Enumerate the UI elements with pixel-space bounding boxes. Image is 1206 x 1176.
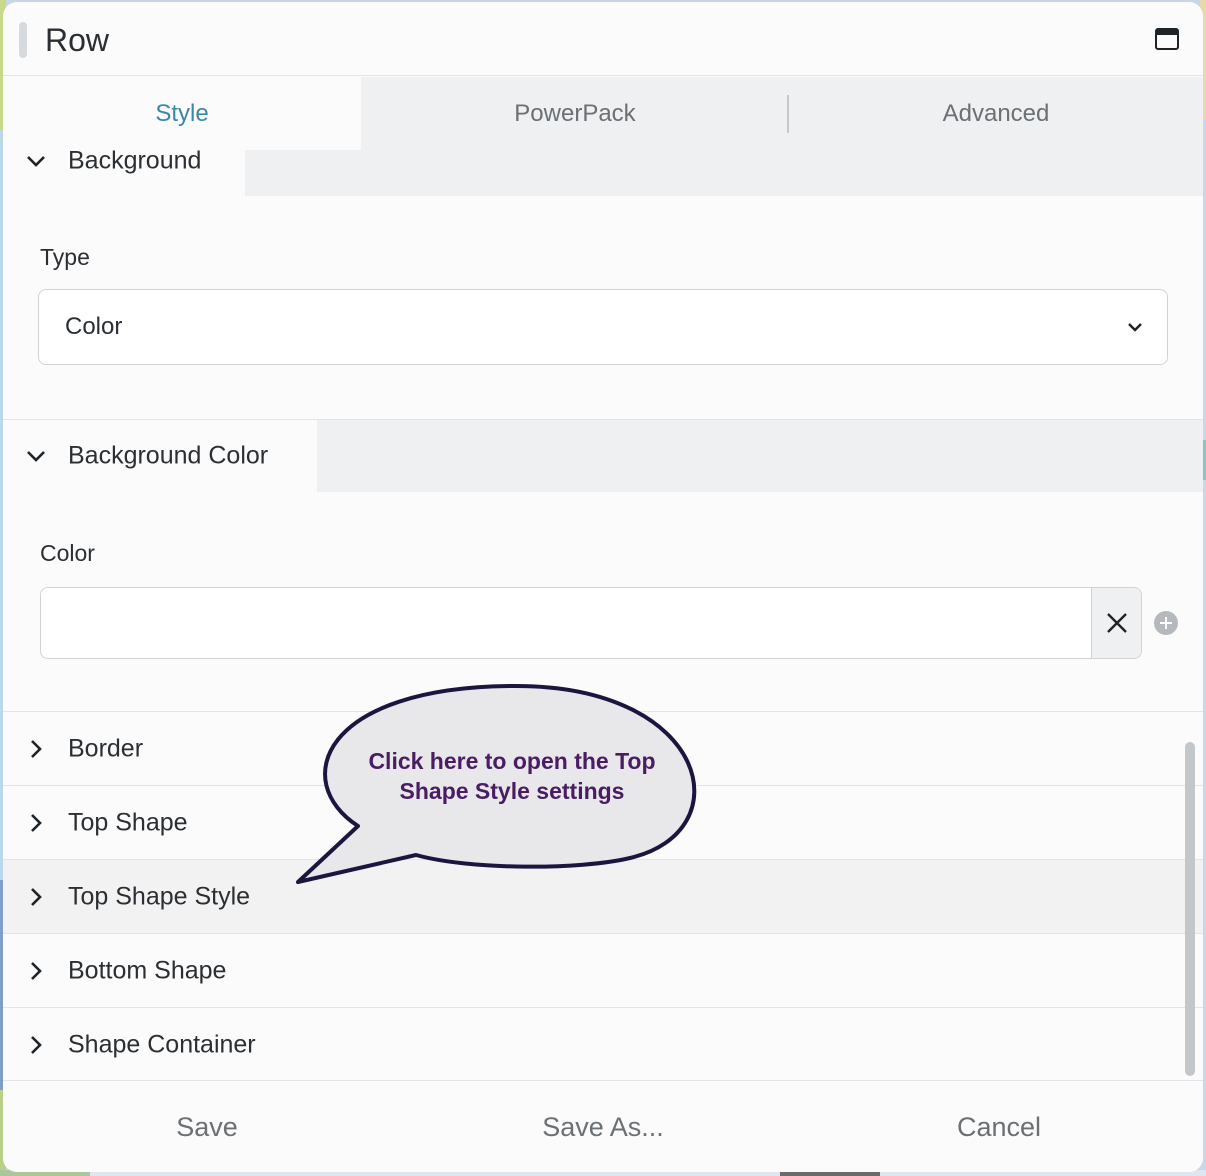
color-label: Color xyxy=(40,540,95,566)
tab-style[interactable]: Style xyxy=(3,77,361,150)
callout-text: Click here to open the Top Shape Style s… xyxy=(368,748,656,804)
close-icon xyxy=(1107,613,1127,633)
section-header-fill xyxy=(245,150,1203,196)
clear-color-button[interactable] xyxy=(1091,588,1141,658)
chevron-right-icon xyxy=(31,1035,42,1054)
row-settings-dialog: Row Style PowerPack Advanced Background … xyxy=(3,2,1203,1172)
section-bottom-shape[interactable]: Bottom Shape xyxy=(3,934,1203,1008)
cancel-button[interactable]: Cancel xyxy=(799,1081,1199,1172)
section-top-shape-title: Top Shape xyxy=(68,808,188,836)
tab-advanced[interactable]: Advanced xyxy=(789,77,1203,150)
tab-bar: Style PowerPack Advanced xyxy=(3,77,1203,150)
section-shape-container-title: Shape Container xyxy=(68,1030,256,1058)
chevron-right-icon xyxy=(31,739,42,758)
add-color-preset-icon[interactable] xyxy=(1154,611,1178,635)
tab-powerpack[interactable]: PowerPack xyxy=(361,77,789,150)
chevron-right-icon xyxy=(31,813,42,832)
background-type-select[interactable]: Color xyxy=(38,289,1168,365)
color-field xyxy=(40,587,1142,659)
scrollbar-thumb[interactable] xyxy=(1185,742,1195,1076)
section-header-fill xyxy=(317,420,1203,492)
chevron-right-icon xyxy=(31,961,42,980)
color-value-input[interactable] xyxy=(41,588,1091,658)
chevron-down-icon xyxy=(27,156,45,167)
type-label: Type xyxy=(40,244,90,270)
dialog-titlebar[interactable]: Row xyxy=(3,2,1203,76)
annotation-callout: Click here to open the Top Shape Style s… xyxy=(290,682,720,892)
section-bottom-shape-title: Bottom Shape xyxy=(68,956,227,984)
section-top-shape-style-title: Top Shape Style xyxy=(68,882,251,910)
window-maximize-icon[interactable] xyxy=(1155,28,1179,50)
section-background-title: Background xyxy=(68,150,202,175)
save-button[interactable]: Save xyxy=(3,1081,411,1172)
drag-handle[interactable] xyxy=(19,22,27,58)
chevron-down-icon xyxy=(1128,323,1142,332)
section-background-color-title: Background Color xyxy=(68,441,269,470)
section-shape-container[interactable]: Shape Container xyxy=(3,1008,1203,1080)
save-as-button[interactable]: Save As... xyxy=(401,1081,805,1172)
dialog-footer: Save Save As... Cancel xyxy=(3,1080,1203,1172)
chevron-down-icon xyxy=(27,451,45,462)
background-type-value: Color xyxy=(65,313,123,340)
settings-panel: Background Type Color Background Color C… xyxy=(3,150,1203,1080)
section-background-color-header[interactable]: Background Color xyxy=(3,420,317,492)
section-border-title: Border xyxy=(68,734,144,762)
dialog-title: Row xyxy=(45,22,110,58)
chevron-right-icon xyxy=(31,887,42,906)
section-background-header[interactable]: Background xyxy=(3,150,245,198)
